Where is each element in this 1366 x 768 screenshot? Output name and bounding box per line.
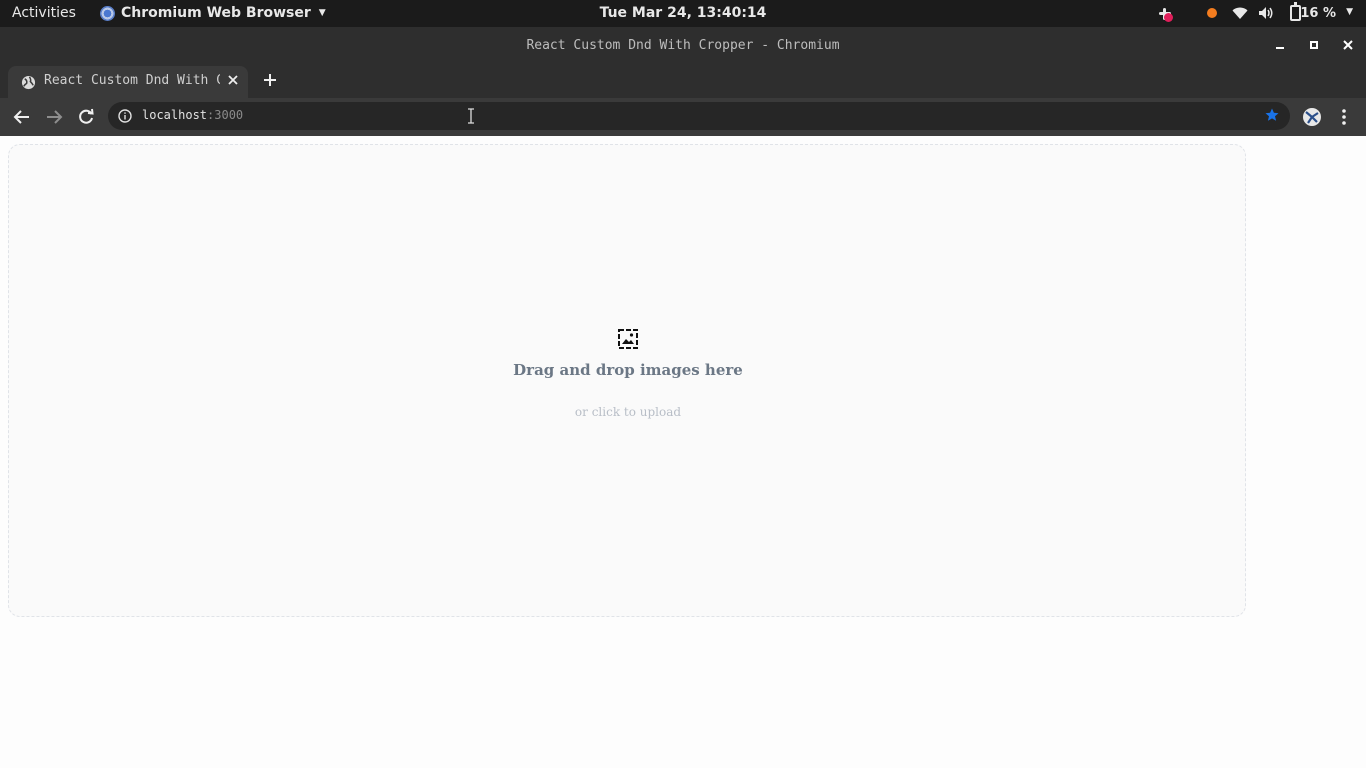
system-top-bar: Activities Chromium Web Browser ▼ Tue Ma…	[0, 0, 1366, 27]
close-icon	[1343, 40, 1353, 50]
page-content: Drag and drop images here or click to up…	[0, 136, 1366, 768]
kebab-menu-icon[interactable]	[1336, 107, 1352, 127]
slack-icon[interactable]	[1156, 5, 1174, 23]
browser-toolbar: localhost:3000	[0, 98, 1366, 136]
close-icon	[228, 75, 238, 85]
window-title-bar[interactable]: React Custom Dnd With Cropper - Chromium	[0, 27, 1366, 64]
minimize-icon	[1276, 47, 1284, 49]
globe-icon	[21, 75, 36, 90]
app-menu[interactable]: Chromium Web Browser ▼	[100, 5, 326, 21]
text-cursor-icon	[468, 108, 474, 124]
forward-arrow-icon[interactable]	[43, 106, 65, 128]
address-bar[interactable]: localhost:3000	[108, 102, 1290, 130]
url-host: localhost	[142, 108, 208, 122]
chromium-icon	[100, 5, 115, 21]
caret-down-icon: ▼	[1346, 7, 1353, 17]
dropzone-title: Drag and drop images here	[513, 361, 743, 379]
app-menu-label: Chromium Web Browser	[121, 5, 311, 21]
tab-strip: React Custom Dnd With Cropper	[0, 64, 1366, 98]
info-icon[interactable]	[118, 109, 132, 123]
image-dropzone[interactable]: Drag and drop images here or click to up…	[8, 144, 1246, 617]
tab-title: React Custom Dnd With Cropper	[44, 73, 220, 88]
activities-button[interactable]: Activities	[12, 5, 76, 21]
browser-tab[interactable]: React Custom Dnd With Cropper	[8, 66, 248, 98]
bookmark-star-icon[interactable]	[1264, 107, 1280, 123]
extension-icon[interactable]	[1300, 106, 1324, 128]
notification-dot-icon	[1207, 8, 1217, 18]
back-arrow-icon[interactable]	[11, 106, 33, 128]
battery-icon[interactable]	[1290, 2, 1301, 21]
image-icon	[618, 329, 638, 349]
caret-down-icon: ▼	[318, 8, 326, 18]
maximize-button[interactable]	[1305, 36, 1323, 54]
url-text[interactable]: localhost:3000	[142, 108, 243, 122]
reload-icon[interactable]	[75, 106, 97, 128]
url-port: :3000	[207, 108, 244, 122]
battery-percentage: 16 %	[1300, 6, 1336, 21]
dropzone-subtitle: or click to upload	[574, 405, 682, 419]
minimize-button[interactable]	[1271, 36, 1289, 54]
new-tab-button[interactable]	[260, 70, 280, 90]
maximize-icon	[1310, 41, 1318, 49]
volume-icon[interactable]	[1258, 6, 1274, 20]
window-title: React Custom Dnd With Cropper - Chromium	[526, 38, 840, 53]
wifi-icon[interactable]	[1232, 6, 1248, 20]
tab-close-button[interactable]	[224, 71, 242, 89]
close-window-button[interactable]	[1339, 36, 1357, 54]
plus-icon	[264, 74, 276, 86]
